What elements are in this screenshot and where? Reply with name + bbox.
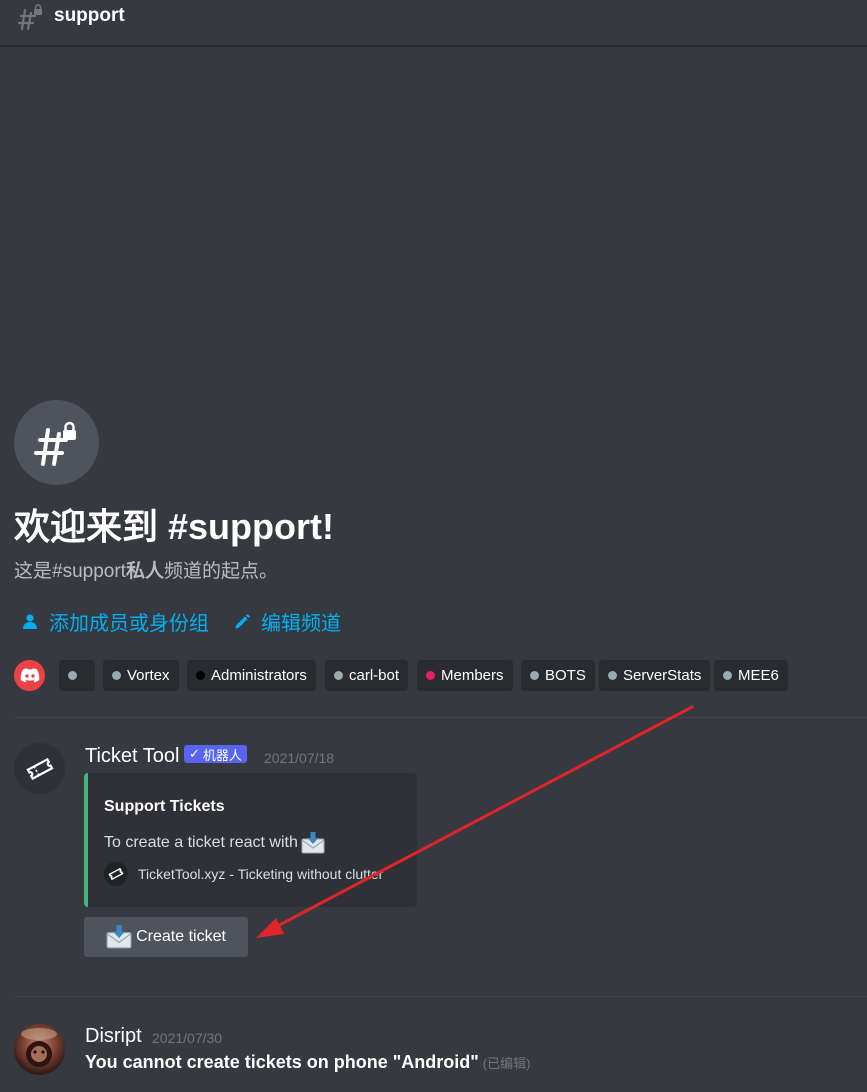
role-pill-serverstats[interactable]: ServerStats bbox=[599, 660, 711, 691]
channel-icon bbox=[14, 400, 99, 485]
role-pill-administrators[interactable]: Administrators bbox=[187, 660, 316, 691]
ticket-icon bbox=[104, 862, 128, 886]
role-label: Members bbox=[441, 667, 504, 684]
role-color-dot bbox=[68, 671, 77, 680]
welcome-subtitle: 这是#support私人频道的起点。 bbox=[14, 556, 278, 583]
create-ticket-label: Create ticket bbox=[136, 928, 226, 945]
edit-channel-label: 编辑频道 bbox=[261, 613, 341, 635]
envelope-arrow-icon bbox=[106, 925, 132, 949]
message-text: You cannot create tickets on phone "Andr… bbox=[85, 1052, 530, 1073]
divider bbox=[14, 996, 867, 997]
discord-logo-icon bbox=[14, 660, 45, 691]
embed-footer-text: TicketTool.xyz - Ticketing without clutt… bbox=[138, 866, 384, 882]
role-pill-bots[interactable]: BOTS bbox=[521, 660, 595, 691]
role-color-dot bbox=[426, 671, 435, 680]
role-label: BOTS bbox=[545, 667, 586, 684]
person-add-icon bbox=[23, 614, 37, 629]
add-members-button[interactable]: 添加成员或身份组 bbox=[22, 607, 209, 636]
role-color-dot bbox=[112, 671, 121, 680]
subtitle-private: 私人 bbox=[125, 561, 164, 582]
message-timestamp: 2021/07/30 bbox=[152, 1030, 223, 1046]
role-color-dot bbox=[723, 671, 732, 680]
embed: Support Tickets To create a ticket react… bbox=[84, 773, 417, 907]
ticket-glyph bbox=[108, 868, 124, 880]
message-author[interactable]: Disript bbox=[85, 1025, 142, 1048]
bot-tag: ✓ 机器人 bbox=[184, 745, 247, 763]
verified-check-icon: ✓ bbox=[189, 746, 200, 761]
discord-controller-glyph bbox=[20, 668, 39, 683]
avatar-disript[interactable] bbox=[14, 1024, 65, 1075]
divider bbox=[14, 717, 867, 718]
channel-header: support bbox=[0, 0, 867, 46]
create-ticket-button[interactable]: Create ticket bbox=[84, 917, 248, 957]
role-color-dot bbox=[334, 671, 343, 680]
role-pill-vortex[interactable]: Vortex bbox=[103, 660, 179, 691]
pencil-icon bbox=[235, 614, 250, 629]
role-pill-carl-bot[interactable]: carl-bot bbox=[325, 660, 409, 691]
role-color-dot bbox=[608, 671, 617, 680]
embed-description-text: To create a ticket react with bbox=[104, 834, 298, 851]
role-pill[interactable] bbox=[59, 660, 95, 691]
avatar-ticket-tool[interactable] bbox=[14, 743, 65, 794]
message-author[interactable]: Ticket Tool bbox=[85, 745, 179, 768]
embed-title: Support Tickets bbox=[104, 798, 225, 815]
role-label: carl-bot bbox=[349, 667, 400, 684]
role-color-dot bbox=[530, 671, 539, 680]
message-timestamp: 2021/07/18 bbox=[264, 750, 335, 766]
subtitle-suffix: 频道的起点。 bbox=[163, 561, 278, 582]
subtitle-prefix: 这是#support bbox=[14, 561, 126, 582]
role-pill-members[interactable]: Members bbox=[417, 660, 513, 691]
locked-hash-icon bbox=[17, 4, 42, 31]
welcome-title: 欢迎来到 #support! bbox=[14, 506, 334, 547]
role-label: ServerStats bbox=[623, 667, 702, 684]
add-members-label: 添加成员或身份组 bbox=[49, 613, 209, 635]
role-pill-mee6[interactable]: MEE6 bbox=[714, 660, 788, 691]
channel-title: support bbox=[54, 5, 125, 26]
ticket-icon bbox=[25, 757, 54, 780]
envelope-arrow-icon bbox=[301, 832, 325, 854]
locked-hash-icon bbox=[33, 421, 76, 466]
embed-footer: TicketTool.xyz - Ticketing without clutt… bbox=[104, 862, 383, 886]
role-color-dot bbox=[196, 671, 205, 680]
edited-label: (已编辑) bbox=[482, 1056, 531, 1071]
embed-description: To create a ticket react with bbox=[104, 832, 325, 854]
role-label: MEE6 bbox=[738, 667, 779, 684]
role-label: Vortex bbox=[127, 667, 170, 684]
role-label: Administrators bbox=[211, 667, 307, 684]
bot-tag-label: 机器人 bbox=[202, 747, 242, 763]
message-body: You cannot create tickets on phone "Andr… bbox=[85, 1052, 479, 1072]
edit-channel-button[interactable]: 编辑频道 bbox=[234, 607, 341, 636]
avatar-image bbox=[21, 1028, 57, 1067]
